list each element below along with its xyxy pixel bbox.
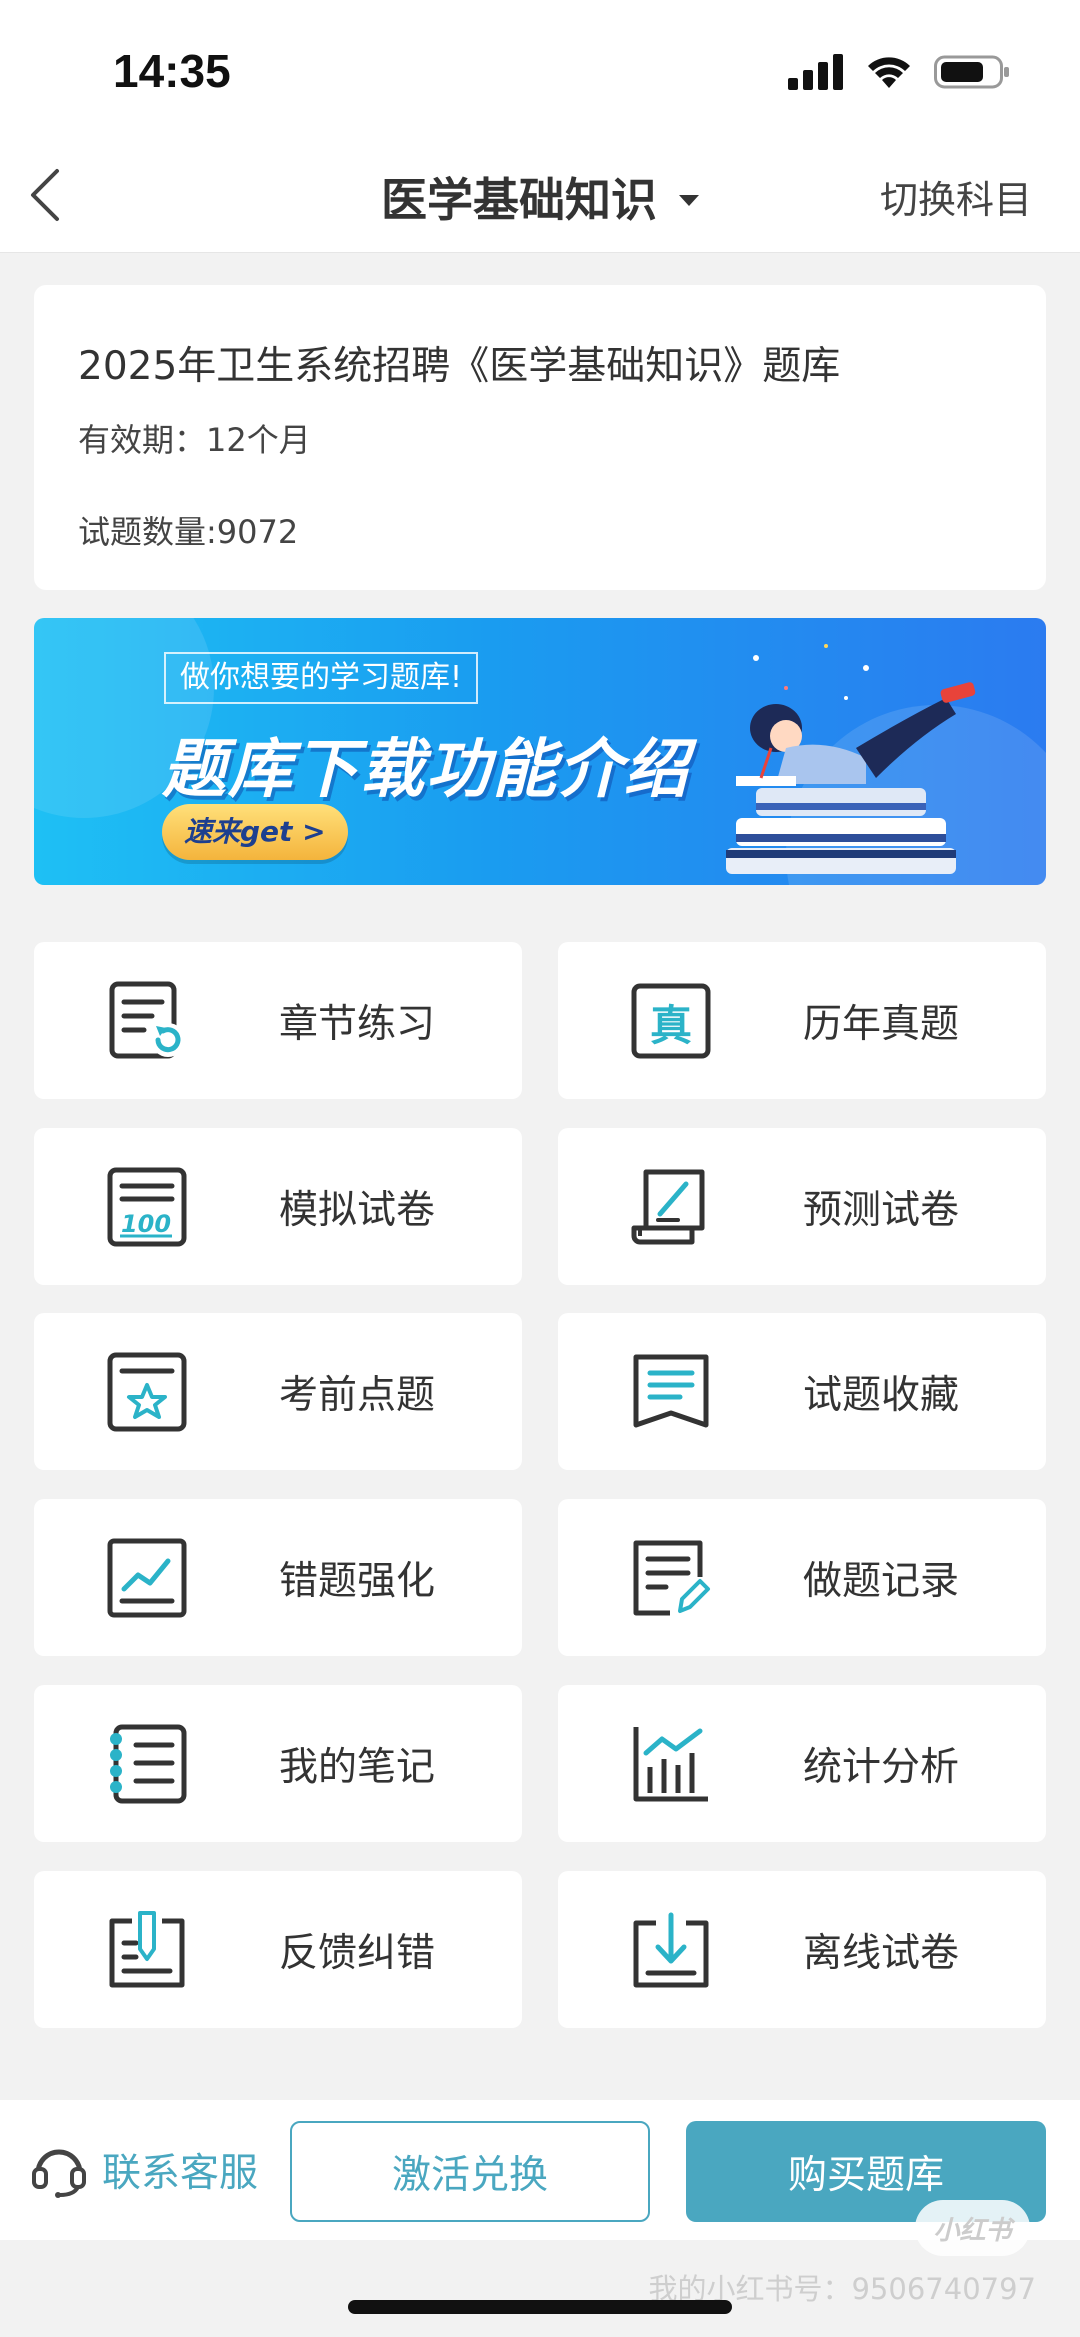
nav-bar: 医学基础知识 切换科目 — [0, 140, 1080, 253]
tile-label: 预测试卷 — [803, 1187, 960, 1233]
download-icon — [633, 1912, 709, 1988]
battery-icon — [934, 55, 1009, 89]
tile-my-notes[interactable]: 我的笔记 — [34, 1685, 522, 1842]
activate-redeem-button[interactable]: 激活兑换 — [290, 2121, 650, 2222]
tile-statistics[interactable]: 统计分析 — [558, 1685, 1046, 1842]
tile-label: 做题记录 — [803, 1558, 960, 1604]
tile-pre-exam-points[interactable]: 考前点题 — [34, 1313, 522, 1470]
tile-label: 统计分析 — [803, 1744, 960, 1790]
tile-label: 试题收藏 — [803, 1372, 960, 1418]
svg-text:100: 100 — [121, 1210, 171, 1238]
question-bank-info-card: 2025年卫生系统招聘《医学基础知识》题库 有效期：12个月 试题数量:9072 — [34, 285, 1046, 590]
tile-label: 错题强化 — [279, 1558, 436, 1604]
home-indicator — [348, 2300, 732, 2314]
studying-girl-illustration — [726, 644, 976, 874]
chapter-practice-icon — [109, 981, 185, 1059]
record-edit-icon — [633, 1540, 710, 1616]
tile-past-exams[interactable]: 真 历年真题 — [558, 942, 1046, 1099]
svg-text:真: 真 — [650, 1001, 692, 1050]
xiaohongshu-badge: 小红书 — [915, 2200, 1030, 2256]
question-count-text: 试题数量:9072 — [78, 513, 299, 551]
tile-question-collection[interactable]: 试题收藏 — [558, 1313, 1046, 1470]
status-bar: 14:35 — [0, 0, 1080, 140]
banner-heading: 题库下载功能介绍 — [162, 733, 690, 807]
tile-label: 历年真题 — [803, 1001, 960, 1047]
wifi-icon — [868, 57, 910, 88]
tile-label: 我的笔记 — [279, 1744, 436, 1790]
switch-subject-button[interactable]: 切换科目 — [880, 140, 1032, 253]
status-icons — [788, 50, 1010, 94]
tile-prediction-exam[interactable]: 预测试卷 — [558, 1128, 1046, 1285]
tile-label: 模拟试卷 — [279, 1187, 436, 1233]
download-feature-banner[interactable]: 做你想要的学习题库! 题库下载功能介绍 速来get > — [34, 618, 1046, 885]
tile-practice-record[interactable]: 做题记录 — [558, 1499, 1046, 1656]
page-title: 医学基础知识 — [381, 172, 657, 227]
tile-offline-exam[interactable]: 离线试卷 — [558, 1871, 1046, 2028]
tile-mock-exam[interactable]: 100 模拟试卷 — [34, 1128, 522, 1285]
pre-exam-star-icon — [107, 1352, 187, 1432]
tile-label: 考前点题 — [279, 1372, 436, 1418]
tile-wrong-question-review[interactable]: 错题强化 — [34, 1499, 522, 1656]
validity-text: 有效期：12个月 — [78, 421, 311, 459]
contact-service-label: 联系客服 — [102, 2151, 259, 2196]
bookmark-icon — [633, 1354, 709, 1428]
status-time: 14:35 — [113, 45, 231, 97]
bar-chart-icon — [633, 1727, 708, 1802]
notebook-icon — [110, 1724, 187, 1804]
tile-feedback[interactable]: 反馈纠错 — [34, 1871, 522, 2028]
contact-service-button[interactable]: 联系客服 — [30, 2100, 258, 2240]
past-exams-icon: 真 — [631, 983, 711, 1059]
bank-title: 2025年卫生系统招聘《医学基础知识》题库 — [78, 344, 841, 389]
trend-chart-icon — [107, 1538, 187, 1618]
cellular-signal-icon — [788, 54, 843, 90]
feedback-pen-icon — [109, 1911, 185, 1988]
headset-icon — [32, 2149, 86, 2198]
caret-down-icon — [679, 195, 699, 206]
banner-tag: 做你想要的学习题库! — [164, 652, 479, 704]
tile-chapter-practice[interactable]: 章节练习 — [34, 942, 522, 1099]
banner-cta-button[interactable]: 速来get > — [162, 804, 348, 860]
tile-label: 反馈纠错 — [279, 1930, 436, 1976]
tile-label: 章节练习 — [279, 1001, 436, 1047]
tile-label: 离线试卷 — [803, 1930, 960, 1976]
mock-exam-icon: 100 — [107, 1167, 187, 1247]
prediction-exam-icon — [631, 1169, 705, 1245]
